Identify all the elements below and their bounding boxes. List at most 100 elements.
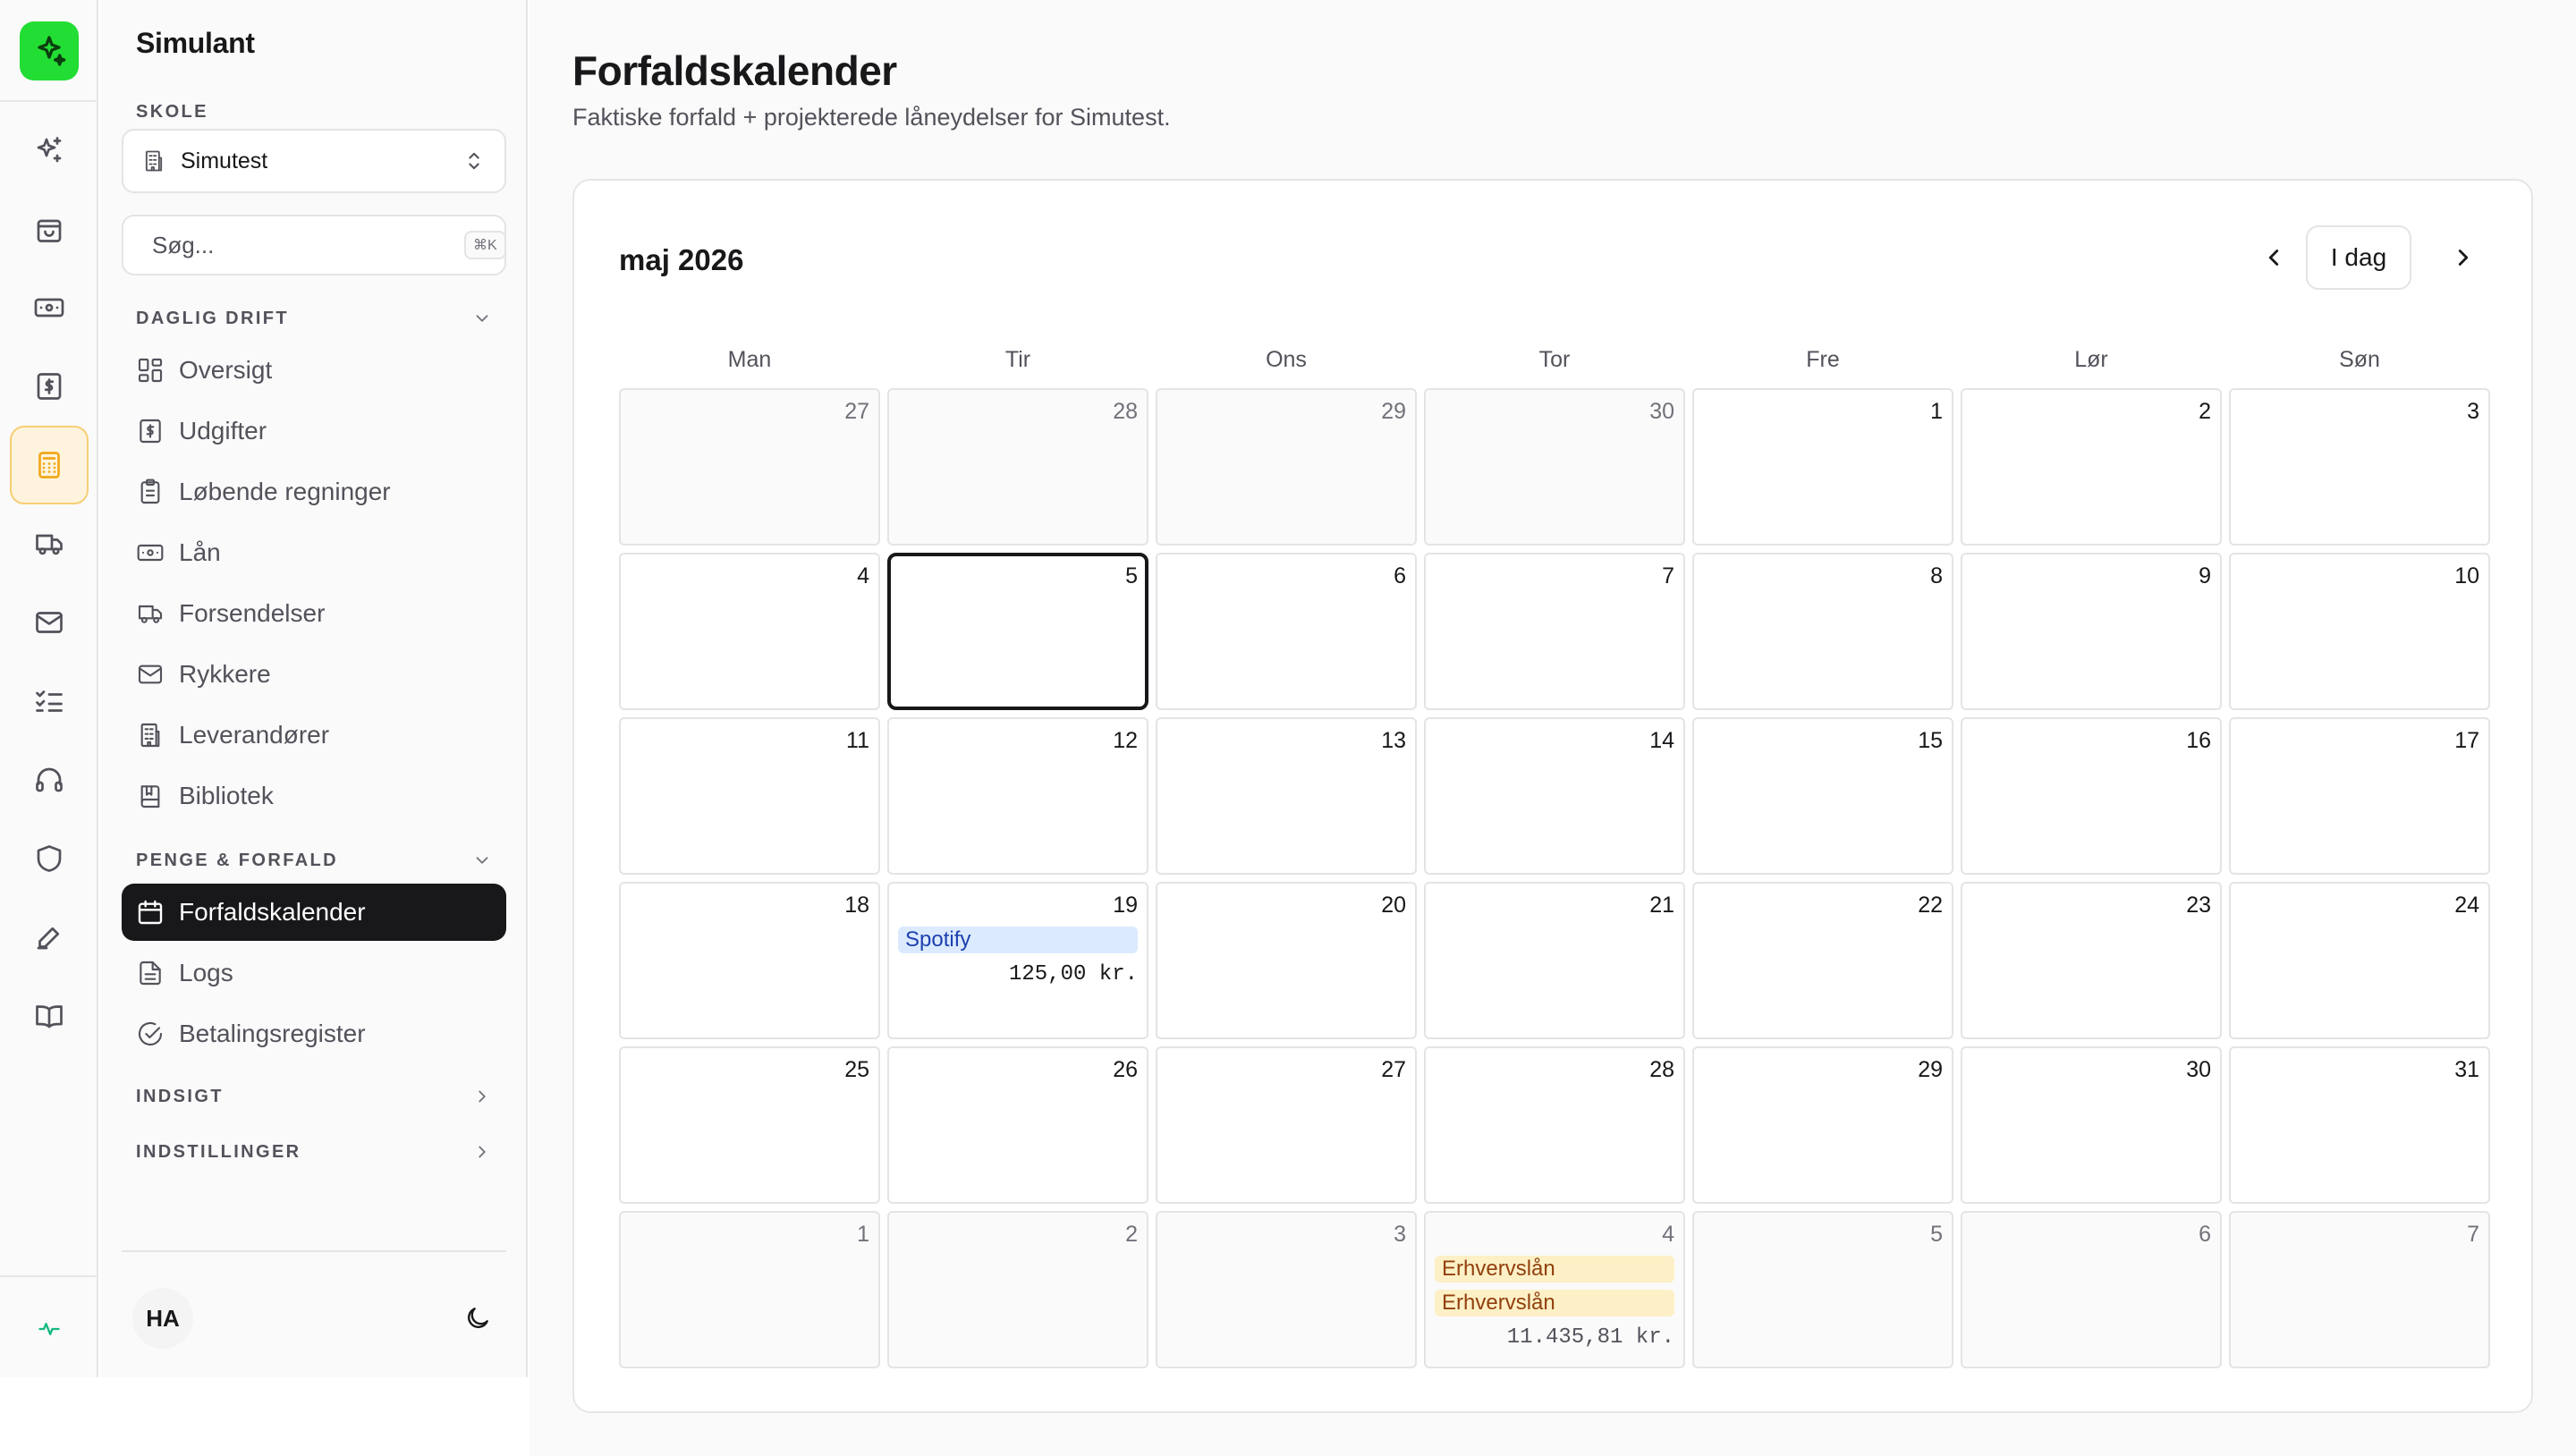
search-input[interactable] <box>152 231 452 259</box>
calendar-day[interactable]: 14 <box>1424 717 1685 875</box>
calendar-day[interactable]: 3 <box>1156 1211 1417 1368</box>
calendar-day[interactable]: 25 <box>619 1046 880 1204</box>
calendar-day[interactable]: 5 <box>1692 1211 1953 1368</box>
sidebar: Simulant SKOLE Simutest ⌘K DAGLIG DRIFT … <box>100 0 528 1377</box>
calendar-day[interactable]: 21 <box>1424 882 1685 1039</box>
nav-item-label: Udgifter <box>179 417 267 444</box>
day-number: 9 <box>2199 563 2211 588</box>
nav-item-label: Rykkere <box>179 660 271 688</box>
calendar-day[interactable]: 13 <box>1156 717 1417 875</box>
rail-headphones-icon[interactable] <box>10 741 89 819</box>
calendar-day[interactable]: 7 <box>2229 1211 2490 1368</box>
calendar-day[interactable]: 29 <box>1692 1046 1953 1204</box>
calendar-day[interactable]: 20 <box>1156 882 1417 1039</box>
nav-item-oversigt[interactable]: Oversigt <box>122 342 506 399</box>
group-header-indstillinger[interactable]: INDSTILLINGER <box>122 1134 506 1170</box>
nav-item-betalingsregister[interactable]: Betalingsregister <box>122 1005 506 1062</box>
rail-banknote-icon[interactable] <box>10 268 89 347</box>
calendar-day[interactable]: 3 <box>2229 388 2490 546</box>
nav-item-forsendelser[interactable]: Forsendelser <box>122 585 506 642</box>
calendar-day[interactable]: 27 <box>1156 1046 1417 1204</box>
nav-item-logs[interactable]: Logs <box>122 944 506 1002</box>
calendar-day[interactable]: 1 <box>619 1211 880 1368</box>
user-avatar[interactable]: HA <box>132 1288 193 1349</box>
search-box: ⌘K <box>122 215 506 275</box>
rail-shopping-bag-icon[interactable] <box>10 190 89 268</box>
receipt-dollar-icon <box>140 419 161 444</box>
calendar-day[interactable]: 30 <box>1424 388 1685 546</box>
school-select[interactable]: Simutest <box>122 129 506 193</box>
nav-item-lobende-regninger[interactable]: Løbende regninger <box>122 463 506 521</box>
calendar-day[interactable]: 9 <box>1961 553 2222 710</box>
nav-item-udgifter[interactable]: Udgifter <box>122 402 506 460</box>
building-icon <box>145 150 163 172</box>
calendar-day[interactable]: 27 <box>619 388 880 546</box>
day-number: 7 <box>1662 563 1674 588</box>
calendar-day-today[interactable]: 5 <box>887 553 1148 710</box>
group-label: DAGLIG DRIFT <box>136 308 290 328</box>
day-number: 21 <box>1649 893 1674 918</box>
chevrons-up-down-icon <box>469 152 479 170</box>
calendar-day[interactable]: 6 <box>1156 553 1417 710</box>
nav-item-rykkere[interactable]: Rykkere <box>122 646 506 703</box>
calendar-day[interactable]: 12 <box>887 717 1148 875</box>
group-header-daglig-drift[interactable]: DAGLIG DRIFT <box>122 301 506 336</box>
rail-receipt-dollar-icon[interactable] <box>10 347 89 426</box>
today-button[interactable]: I dag <box>2306 225 2411 290</box>
rail-calculator-icon[interactable] <box>10 426 89 504</box>
day-number: 29 <box>1918 1057 1943 1082</box>
group-header-penge-forfald[interactable]: PENGE & FORFALD <box>122 842 506 878</box>
calendar-day[interactable]: 30 <box>1961 1046 2222 1204</box>
calendar-day[interactable]: 17 <box>2229 717 2490 875</box>
calendar-day[interactable]: 1 <box>1692 388 1953 546</box>
calendar-day[interactable]: 15 <box>1692 717 1953 875</box>
calendar-day[interactable]: 6 <box>1961 1211 2222 1368</box>
calendar-day[interactable]: 7 <box>1424 553 1685 710</box>
calendar-day[interactable]: 24 <box>2229 882 2490 1039</box>
calendar-day[interactable]: 23 <box>1961 882 2222 1039</box>
calendar-day[interactable]: 28 <box>887 388 1148 546</box>
calendar-event[interactable]: Erhvervslån <box>1435 1290 1674 1316</box>
calendar-day[interactable]: 4 <box>619 553 880 710</box>
rail-shield-icon[interactable] <box>10 819 89 898</box>
calendar-day[interactable]: 19 Spotify 125,00 kr. <box>887 882 1148 1039</box>
calendar-day[interactable]: 28 <box>1424 1046 1685 1204</box>
calendar-day[interactable]: 8 <box>1692 553 1953 710</box>
rail-activity-icon[interactable] <box>10 1290 89 1368</box>
calendar-day[interactable]: 16 <box>1961 717 2222 875</box>
calendar-day[interactable]: 10 <box>2229 553 2490 710</box>
previous-month-button[interactable] <box>2247 225 2301 290</box>
day-number: 6 <box>1394 563 1406 588</box>
nav-item-lan[interactable]: Lån <box>122 524 506 581</box>
day-number: 16 <box>2186 728 2211 753</box>
day-number: 24 <box>2454 893 2479 918</box>
calendar-day[interactable]: 22 <box>1692 882 1953 1039</box>
group-header-indsigt[interactable]: INDSIGT <box>122 1079 506 1114</box>
next-month-button[interactable] <box>2436 225 2490 290</box>
weekday-header: Tor <box>1538 347 1571 372</box>
nav-item-leverandorer[interactable]: Leverandører <box>122 707 506 764</box>
rail-book-open-icon[interactable] <box>10 977 89 1055</box>
calendar-event[interactable]: Erhvervslån <box>1435 1256 1674 1282</box>
nav-item-forfaldskalender[interactable]: Forfaldskalender <box>122 884 506 941</box>
main-content: Forfaldskalender Faktiske forfald + proj… <box>530 0 2576 1456</box>
calendar-day[interactable]: 29 <box>1156 388 1417 546</box>
calendar-day[interactable]: 2 <box>887 1211 1148 1368</box>
app-logo-icon[interactable] <box>20 21 79 80</box>
rail-truck-icon[interactable] <box>10 504 89 583</box>
rail-pen-icon[interactable] <box>10 898 89 977</box>
calendar-day[interactable]: 2 <box>1961 388 2222 546</box>
nav-item-bibliotek[interactable]: Bibliotek <box>122 767 506 825</box>
chevron-right-icon <box>479 1146 486 1158</box>
calendar-day[interactable]: 11 <box>619 717 880 875</box>
rail-list-checks-icon[interactable] <box>10 662 89 741</box>
calendar-day[interactable]: 18 <box>619 882 880 1039</box>
calendar-day[interactable]: 4 Erhvervslån Erhvervslån 11.435,81 kr. <box>1424 1211 1685 1368</box>
rail-mail-icon[interactable] <box>10 583 89 662</box>
calendar-event[interactable]: Spotify <box>898 927 1138 953</box>
calendar-day[interactable]: 31 <box>2229 1046 2490 1204</box>
theme-toggle-button[interactable] <box>458 1299 497 1338</box>
day-number: 3 <box>2467 399 2479 424</box>
rail-sparkles-icon[interactable] <box>10 111 89 190</box>
calendar-day[interactable]: 26 <box>887 1046 1148 1204</box>
